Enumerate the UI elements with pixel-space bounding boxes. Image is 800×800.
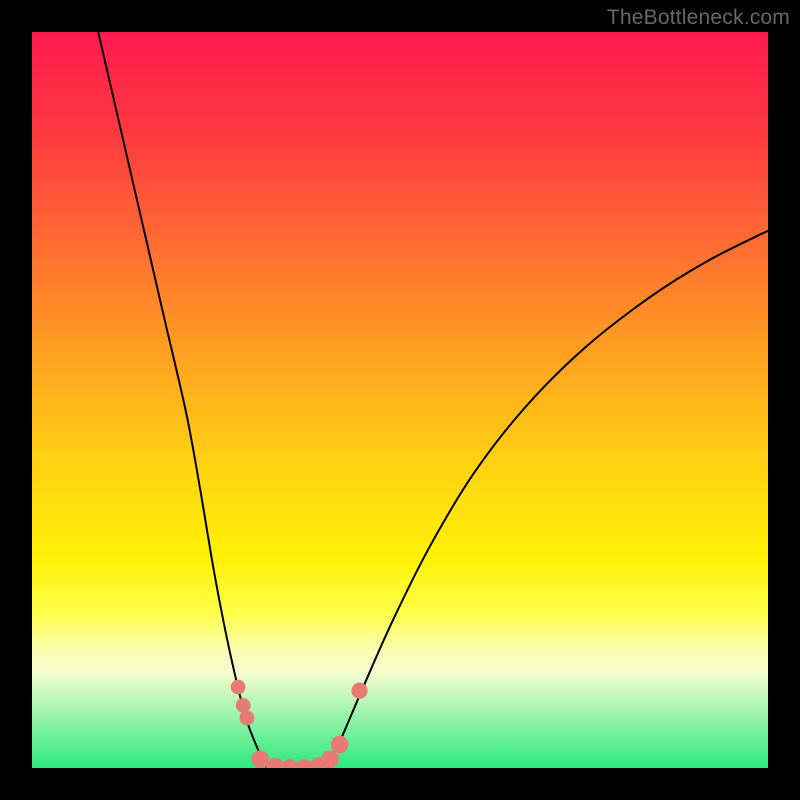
curve-marker — [236, 698, 251, 713]
curve-marker — [331, 736, 349, 754]
chart-frame: TheBottleneck.com — [0, 0, 800, 800]
watermark-text: TheBottleneck.com — [607, 6, 790, 30]
plot-area — [32, 32, 768, 768]
curve-marker — [321, 750, 339, 768]
curve-marker — [240, 711, 255, 726]
curve-path — [98, 32, 768, 768]
curve-marker — [231, 680, 246, 695]
bottleneck-curve — [98, 32, 768, 768]
curve-marker — [351, 683, 367, 699]
chart-svg — [32, 32, 768, 768]
